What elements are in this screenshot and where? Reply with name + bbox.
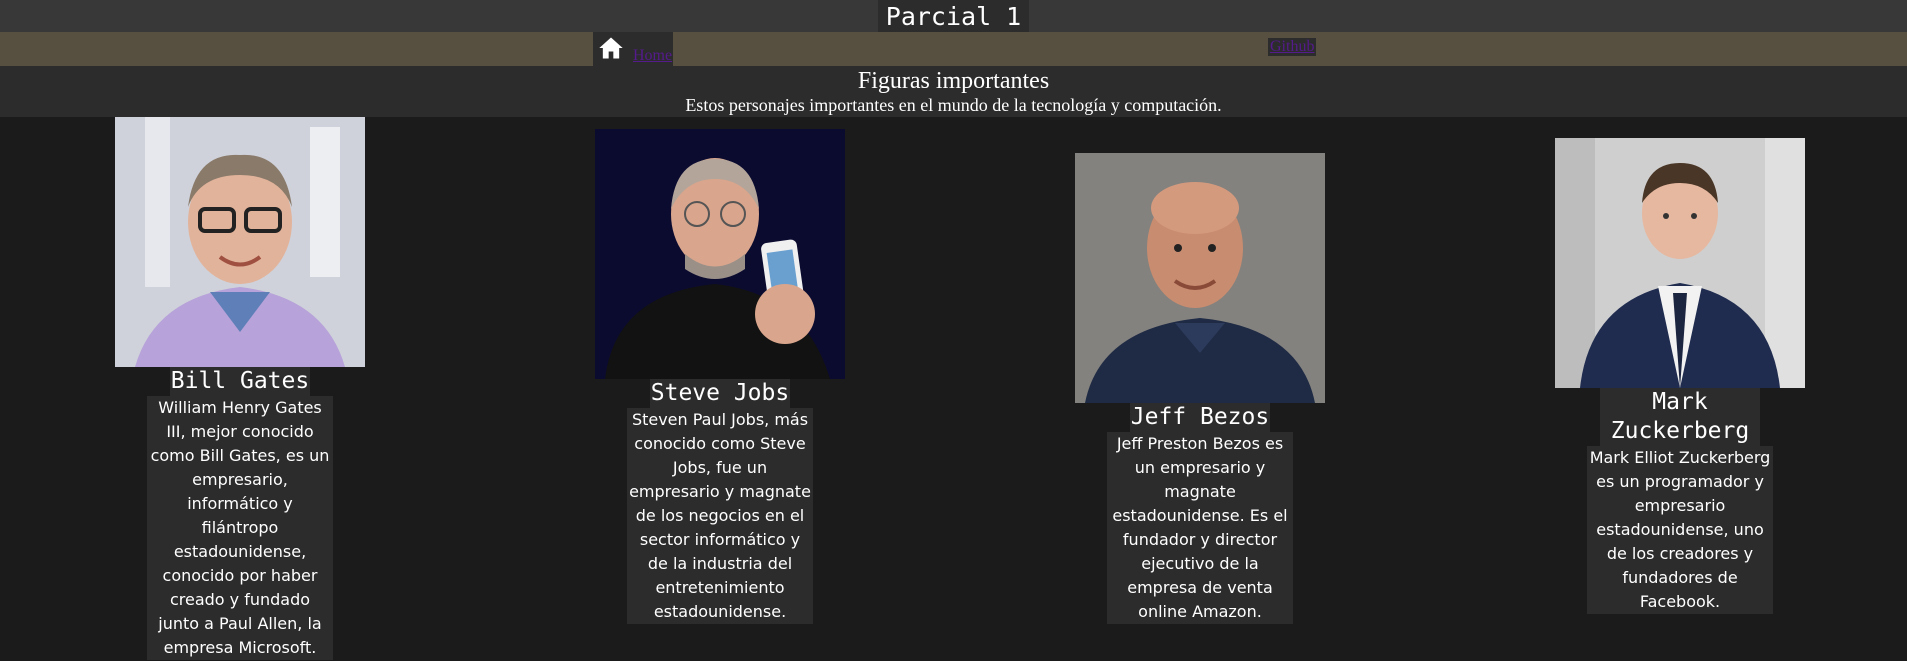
person-card: Mark Zuckerberg Mark Elliot Zuckerberg e… <box>1555 138 1805 614</box>
home-icon[interactable] <box>597 34 625 62</box>
header-block: Figuras importantes Estos personajes imp… <box>0 66 1907 117</box>
person-description: Mark Elliot Zuckerberg es un programador… <box>1587 446 1773 614</box>
page-title: Parcial 1 <box>877 0 1030 32</box>
home-link[interactable]: Home <box>633 47 672 65</box>
nav-bar: Home Github <box>0 32 1907 66</box>
portrait-photo <box>1075 153 1325 403</box>
person-name: Bill Gates <box>169 367 311 396</box>
person-description: Jeff Preston Bezos es un empresario y ma… <box>1107 432 1293 624</box>
github-link[interactable]: Github <box>1268 38 1317 56</box>
portrait-photo <box>595 129 845 379</box>
person-description: William Henry Gates III, mejor conocido … <box>147 396 333 660</box>
person-card: Jeff Bezos Jeff Preston Bezos es un empr… <box>1075 153 1325 624</box>
person-card: Bill Gates William Henry Gates III, mejo… <box>115 117 365 660</box>
section-title: Figuras importantes <box>857 68 1050 94</box>
person-name: Steve Jobs <box>649 379 791 408</box>
person-card: Steve Jobs Steven Paul Jobs, más conocid… <box>595 129 845 624</box>
portrait-photo <box>1555 138 1805 388</box>
title-bar: Parcial 1 <box>0 0 1907 32</box>
person-description: Steven Paul Jobs, más conocido como Stev… <box>627 408 813 624</box>
section-subtitle: Estos personajes importantes en el mundo… <box>685 95 1222 115</box>
person-name: Mark Zuckerberg <box>1600 388 1760 446</box>
portrait-photo <box>115 117 365 367</box>
person-name: Jeff Bezos <box>1129 403 1271 432</box>
nav-home: Home <box>593 32 673 66</box>
